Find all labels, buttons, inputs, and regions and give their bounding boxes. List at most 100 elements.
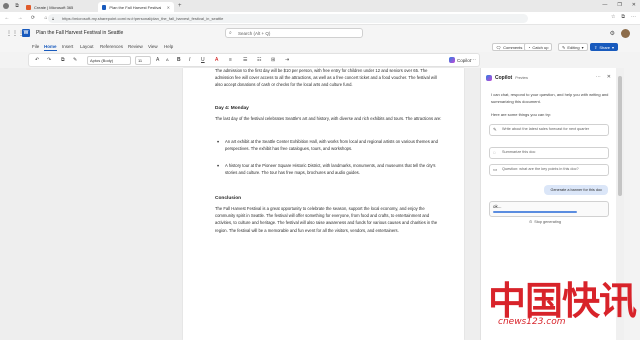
minimize-icon[interactable]: — — [602, 2, 607, 8]
search-icon: ⌕ — [229, 30, 232, 36]
user-message: Generate a banner for this doc — [544, 185, 608, 195]
collections-icon[interactable]: ⧉ — [621, 14, 625, 20]
back-icon[interactable]: ← — [4, 15, 10, 21]
suggestion-summarize[interactable]: ◌ Summarize this doc — [489, 147, 609, 159]
copilot-button[interactable]: Copilot — [449, 57, 471, 63]
preview-badge: Preview — [515, 76, 529, 80]
tab-layout[interactable]: Layout — [80, 44, 94, 49]
stop-icon: ⊙ — [529, 220, 533, 224]
comment-icon: 🗨︎ — [496, 44, 502, 50]
shrink-font-icon[interactable]: A — [166, 57, 169, 62]
search-input[interactable]: ⌕ Search (Alt + Q) — [225, 28, 363, 38]
font-family-select[interactable]: Aptos (Body) — [87, 56, 131, 65]
tab-actions-icon[interactable]: ⧉ — [12, 3, 22, 9]
editing-label: Editing — [567, 44, 580, 50]
undo-icon[interactable]: ↶ — [35, 57, 39, 63]
copilot-icon — [486, 75, 492, 81]
browser-toolbar-icons: ☆ ⧉ ⋯ — [611, 14, 636, 20]
paste-icon[interactable]: ⧉ — [61, 57, 65, 63]
paragraph-admission: The admission to the first day will be $… — [215, 68, 437, 88]
tab-file[interactable]: File — [32, 44, 39, 49]
numbering-icon[interactable]: ☰ — [243, 57, 247, 63]
share-icon: ⇪ — [594, 44, 598, 50]
more-icon[interactable]: ⋯ — [631, 14, 636, 20]
align-icon[interactable]: ☷ — [257, 57, 261, 63]
copilot-header: Copilot Preview — [486, 75, 528, 81]
watermark-logo: 中国快讯 cnews123.com — [486, 280, 637, 338]
word-header: ⋮⋮⋮ W Plan the Fall Harvest Festival in … — [0, 25, 640, 42]
underline-icon[interactable]: U — [201, 57, 205, 63]
comments-label: Comments — [503, 44, 523, 50]
browser-tab-label: Create | Microsoft 365 — [34, 4, 74, 10]
stop-generating-button[interactable]: ⊙ Stop generating — [529, 219, 561, 225]
maximize-icon[interactable]: ❐ — [617, 2, 621, 8]
indent-icon[interactable]: ⇥ — [285, 57, 289, 63]
tab-review[interactable]: Review — [128, 44, 143, 49]
favorite-icon[interactable]: ☆ — [611, 14, 615, 20]
suggestion-question[interactable]: ▭ Question: what are the key points in t… — [489, 164, 609, 176]
browser-tab-create[interactable]: Create | Microsoft 365 — [22, 2, 98, 12]
tab-home[interactable]: Home — [44, 44, 57, 51]
url-field[interactable]: 🔒︎ https://microsoft-my.sharepoint.com/:… — [48, 14, 528, 23]
editing-button[interactable]: ✎ Editing ▾ — [558, 43, 588, 51]
browser-tab-document[interactable]: Plan the Fall Harvest Festival in Se... … — [98, 2, 174, 12]
tab-insert[interactable]: Insert — [62, 44, 73, 49]
italic-icon[interactable]: I — [189, 57, 190, 63]
font-size-select[interactable]: 11 — [135, 56, 151, 65]
close-window-icon[interactable]: ✕ — [632, 2, 636, 8]
window-controls: — ❐ ✕ — [602, 2, 636, 8]
suggestion-text: Summarize this doc — [502, 150, 536, 154]
browser-tab-strip: ⧉ Create | Microsoft 365 Plan the Fall H… — [0, 0, 640, 12]
catchup-button[interactable]: ◔ Catch up — [524, 43, 553, 51]
chat-icon: ▭ — [493, 167, 498, 172]
tab-help[interactable]: Help — [164, 44, 173, 49]
grow-font-icon[interactable]: A — [156, 57, 159, 63]
chevron-down-icon: ▾ — [612, 44, 615, 50]
pencil-icon: ✎ — [493, 127, 497, 132]
address-bar-row: ← → ⟳ ⌂ 🔒︎ https://microsoft-my.sharepoi… — [0, 12, 640, 25]
search-placeholder: Search (Alt + Q) — [238, 30, 271, 36]
avatar[interactable] — [621, 29, 630, 38]
progress-bar — [493, 211, 577, 213]
more-options-icon[interactable]: ⋯ — [471, 57, 476, 63]
bullet-art-exhibit: An art exhibit at the Seattle Center Exh… — [225, 139, 438, 152]
format-painter-icon[interactable]: ✎ — [73, 57, 77, 63]
suggestion-text: Write about the latest sales forecast fo… — [502, 127, 590, 131]
new-tab-icon[interactable]: + — [178, 3, 182, 9]
more-icon[interactable]: ⋯ — [596, 74, 601, 80]
bold-icon[interactable]: B — [177, 57, 181, 63]
copilot-controls: ⋯ ✕ — [596, 74, 611, 80]
paragraph-conclusion: The Fall Harvest Festival is a great opp… — [215, 206, 438, 233]
paragraph-day4-intro: The last day of the festival celebrates … — [215, 116, 442, 121]
bullet-history-tour: A history tour at the Pioneer Square His… — [225, 163, 436, 176]
table-icon[interactable]: ⊞ — [271, 57, 275, 63]
copilot-label: Copilot — [457, 57, 472, 63]
document-title[interactable]: Plan the Fall Harvest Festival in Seattl… — [36, 30, 123, 36]
suggestion-text: Question: what are the key points in thi… — [502, 167, 579, 171]
redo-icon[interactable]: ↷ — [47, 57, 51, 63]
close-icon[interactable]: ✕ — [607, 74, 611, 80]
catchup-icon: ◔ — [528, 44, 531, 50]
comments-button[interactable]: 🗨︎ Comments — [492, 43, 527, 51]
bullet-dot: • — [217, 140, 220, 146]
chevron-down-icon: ▾ — [581, 44, 584, 50]
close-tab-icon[interactable]: ✕ — [167, 5, 170, 10]
forward-icon[interactable]: → — [17, 15, 23, 21]
gear-icon[interactable]: ⚙ — [610, 30, 615, 37]
bullets-icon[interactable]: ≡ — [229, 57, 232, 63]
profile-icon[interactable] — [0, 1, 12, 11]
heading-conclusion: Conclusion — [215, 196, 242, 201]
bullet-dot: • — [217, 164, 220, 170]
document-canvas: The admission to the first day will be $… — [0, 68, 480, 340]
document-page[interactable]: The admission to the first day will be $… — [183, 68, 464, 340]
tab-view[interactable]: View — [148, 44, 158, 49]
refresh-icon[interactable]: ⟳ — [30, 15, 36, 21]
suggestion-write[interactable]: ✎ Write about the latest sales forecast … — [489, 124, 609, 136]
share-button[interactable]: ⇪ Share ▾ — [590, 43, 619, 51]
response-text: ok... — [493, 204, 502, 209]
tab-references[interactable]: References — [100, 44, 123, 49]
share-label: Share — [599, 44, 611, 50]
scrollbar-thumb[interactable] — [618, 76, 622, 196]
font-color-icon[interactable]: A — [215, 57, 218, 63]
heading-day4: Day 4: Monday — [215, 106, 249, 111]
